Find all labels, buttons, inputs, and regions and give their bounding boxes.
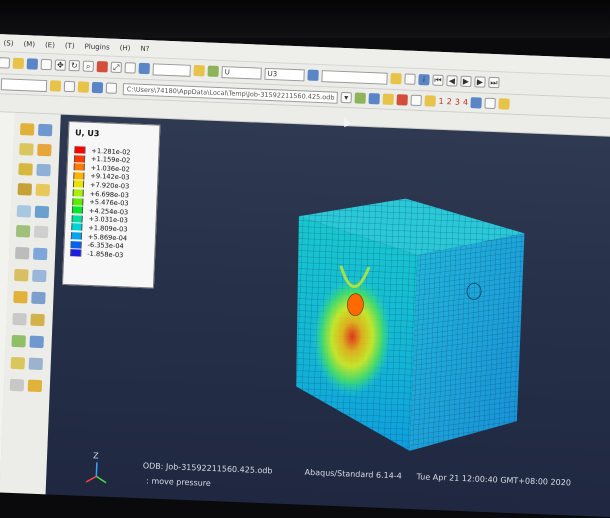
- color-code-icon[interactable]: [11, 334, 26, 348]
- symbol-plot-icon[interactable]: [37, 143, 52, 157]
- field-output-tool-icon[interactable]: [14, 268, 29, 282]
- next-frame-icon[interactable]: ▶: [474, 76, 486, 88]
- save-icon[interactable]: [26, 58, 39, 70]
- xy-data-icon[interactable]: [396, 94, 408, 106]
- superimpose-icon[interactable]: [31, 291, 46, 305]
- dropdown-arrow-icon[interactable]: ▾: [340, 91, 352, 104]
- cut-icon[interactable]: [14, 246, 30, 260]
- view-iso-icon[interactable]: [470, 97, 483, 109]
- monitor-bezel: [0, 0, 610, 38]
- view-number-4[interactable]: 4: [463, 98, 468, 107]
- view-3d-icon[interactable]: [484, 97, 497, 110]
- undeformed-plot-icon[interactable]: [19, 143, 34, 156]
- step-combo[interactable]: U: [221, 65, 262, 80]
- xy-plot-icon[interactable]: [16, 204, 32, 218]
- menu-item-model[interactable]: (M): [23, 40, 35, 48]
- last-frame-icon[interactable]: ⏭: [488, 76, 500, 89]
- view-number-2[interactable]: 2: [447, 97, 452, 106]
- tool-extra-icon[interactable]: [27, 379, 43, 393]
- mesh-icon[interactable]: [207, 65, 219, 77]
- free-body-icon[interactable]: [10, 356, 26, 370]
- common-options-icon[interactable]: [13, 290, 28, 304]
- display-group-icon[interactable]: [424, 95, 436, 107]
- step-frame-icon[interactable]: [32, 269, 47, 283]
- axis-triad: [85, 462, 107, 484]
- zoom-box-icon[interactable]: [96, 61, 108, 73]
- module-combo[interactable]: [0, 77, 48, 92]
- contour-plot-icon[interactable]: [19, 123, 35, 136]
- fea-model[interactable]: [46, 115, 610, 518]
- report-icon[interactable]: [32, 247, 48, 261]
- deform-icon[interactable]: [63, 80, 76, 93]
- info-icon[interactable]: i: [418, 73, 430, 86]
- view-front-icon[interactable]: [138, 62, 150, 75]
- new-file-icon[interactable]: [0, 57, 11, 69]
- first-frame-icon[interactable]: ⏮: [432, 74, 444, 86]
- allow-multiple-icon[interactable]: [36, 163, 51, 177]
- color-icon[interactable]: [404, 73, 416, 85]
- tool-more-icon[interactable]: [9, 378, 25, 392]
- open-folder-icon[interactable]: [12, 57, 25, 70]
- deformation-combo[interactable]: [321, 69, 388, 85]
- plot-state-icon[interactable]: [29, 335, 44, 349]
- menu-item-view[interactable]: (T): [65, 41, 75, 49]
- module-icon[interactable]: [49, 80, 62, 92]
- contour-icon[interactable]: [77, 81, 90, 93]
- path-icon[interactable]: [15, 224, 31, 238]
- print-icon[interactable]: [40, 58, 53, 71]
- view-number-1[interactable]: 1: [438, 97, 443, 106]
- display-body-icon[interactable]: [30, 313, 45, 327]
- menu-item-viewport[interactable]: (E): [45, 40, 55, 48]
- menu-item-session[interactable]: (S): [3, 39, 13, 47]
- section-icon[interactable]: [410, 94, 422, 107]
- play-icon[interactable]: ▶: [460, 75, 472, 88]
- rotate-icon[interactable]: ↻: [68, 59, 81, 72]
- render-style-combo[interactable]: [152, 62, 191, 77]
- variable-combo[interactable]: U3: [264, 67, 305, 81]
- tree-icon[interactable]: [354, 92, 366, 104]
- menu-item-whatsthis[interactable]: N?: [140, 44, 149, 52]
- animate-icon[interactable]: [17, 183, 33, 196]
- view-cut-icon[interactable]: [12, 312, 27, 326]
- menu-item-plugins[interactable]: Plugins: [84, 42, 109, 51]
- abaqus-window: (S) (M) (E) (T) Plugins (H) N? ✥ ↻ ⌕ ⤢ U…: [0, 34, 610, 518]
- deformed-plot-icon[interactable]: [37, 123, 53, 137]
- view-top-icon[interactable]: [498, 98, 511, 110]
- stream-icon[interactable]: [28, 357, 44, 371]
- axis-z-label: Z: [92, 451, 99, 461]
- prev-frame-icon[interactable]: ◀: [446, 75, 458, 87]
- pan-icon[interactable]: ✥: [54, 59, 67, 71]
- fit-view-icon[interactable]: ⤢: [110, 61, 122, 74]
- menu-item-help[interactable]: (H): [120, 43, 131, 51]
- options-icon[interactable]: [390, 72, 402, 85]
- view-number-3[interactable]: 3: [455, 97, 460, 106]
- symbol-icon[interactable]: [91, 81, 104, 94]
- probe-icon[interactable]: [33, 225, 49, 239]
- zoom-icon[interactable]: ⌕: [82, 60, 94, 72]
- csys-icon[interactable]: [368, 93, 380, 105]
- cycle-view-icon[interactable]: [124, 62, 136, 74]
- refresh-icon[interactable]: [307, 69, 319, 81]
- xy-data-manager-icon[interactable]: [34, 205, 50, 219]
- viewport[interactable]: U, U3 +1.281e-02 +1.159e-02 +1.036e-02 +9.1…: [45, 114, 610, 518]
- field-output-icon[interactable]: [382, 93, 394, 106]
- material-orientation-icon[interactable]: [18, 163, 33, 176]
- material-icon[interactable]: [105, 82, 118, 94]
- query-icon[interactable]: [193, 64, 205, 77]
- time-history-icon[interactable]: [35, 183, 51, 197]
